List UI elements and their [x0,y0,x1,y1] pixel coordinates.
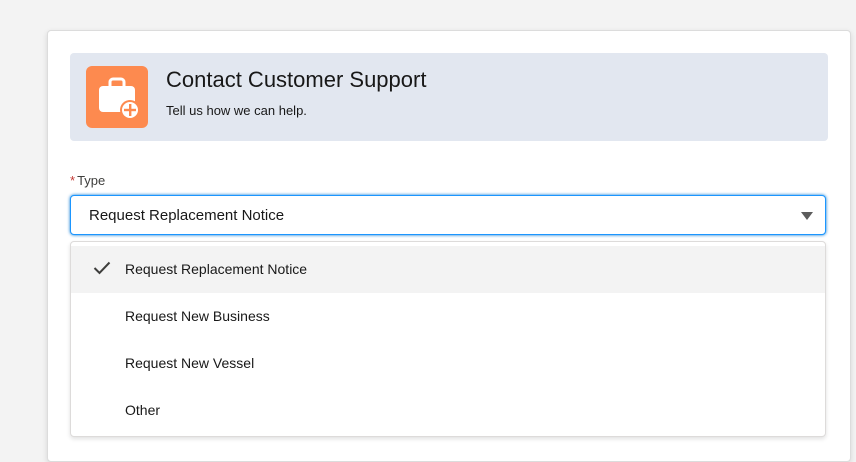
required-marker: * [70,173,76,188]
type-field-label: * Type [70,173,105,188]
type-label-text: Type [77,173,106,188]
type-select-value: Request Replacement Notice [89,207,285,224]
option-request-new-business[interactable]: Request New Business [71,293,825,340]
option-request-new-vessel[interactable]: Request New Vessel [71,340,825,387]
type-select[interactable]: Request Replacement Notice [70,195,826,235]
page-title: Contact Customer Support [166,67,427,92]
card-header: Contact Customer Support Tell us how we … [70,53,828,141]
briefcase-plus-icon [86,66,148,128]
option-label: Request New Business [125,308,270,324]
option-request-replacement-notice[interactable]: Request Replacement Notice [71,246,825,293]
option-label: Request Replacement Notice [125,261,308,277]
option-label: Other [125,402,161,418]
contact-support-card: Contact Customer Support Tell us how we … [47,30,851,462]
page-subtitle: Tell us how we can help. [166,103,307,118]
option-label: Request New Vessel [125,355,255,371]
chevron-down-icon[interactable] [801,212,813,220]
check-icon [93,261,111,280]
option-other[interactable]: Other [71,387,825,434]
type-dropdown-list: Request Replacement Notice Request New B… [70,241,826,437]
